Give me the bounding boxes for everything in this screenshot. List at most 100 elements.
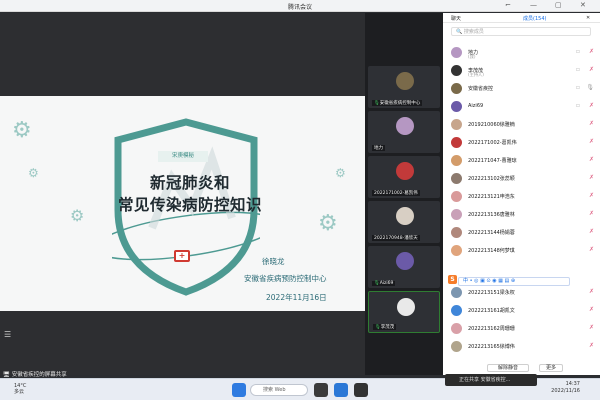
mic-off-icon[interactable]: ✗ bbox=[589, 66, 594, 73]
mic-off-icon[interactable]: ✗ bbox=[589, 306, 594, 313]
member-row[interactable]: 2022213161胡凯文 ✗ bbox=[443, 303, 600, 318]
video-off-icon[interactable]: ▫ bbox=[576, 102, 580, 109]
more-button[interactable]: 更多 bbox=[539, 364, 563, 372]
taskbar-search[interactable]: 搜索 Web bbox=[250, 384, 308, 396]
panel-tabs: 聊天 成员(154) ✕ bbox=[443, 13, 600, 23]
avatar bbox=[451, 65, 462, 76]
member-row[interactable]: 2022213136唐雅林 ✗ bbox=[443, 207, 600, 222]
video-off-icon[interactable]: ▫ bbox=[576, 48, 580, 55]
mic-off-icon[interactable]: ✗ bbox=[589, 156, 594, 163]
video-tile-active[interactable]: 🎙李茂茂 bbox=[368, 291, 440, 333]
avatar bbox=[397, 298, 415, 316]
avatar bbox=[451, 119, 462, 130]
member-row[interactable]: 2022213151梁永权 ✗ bbox=[443, 285, 600, 300]
member-name: Aizi69 bbox=[468, 103, 484, 109]
weather-widget[interactable]: 14°C 多云 bbox=[14, 383, 26, 395]
video-tile-name: 地力 bbox=[372, 145, 385, 151]
member-row[interactable]: 2022213148何梦琪 ✗ bbox=[443, 243, 600, 258]
mic-off-icon[interactable]: ✗ bbox=[589, 174, 594, 181]
window-pin-button[interactable]: ⌐ bbox=[505, 1, 511, 9]
mic-off-icon[interactable]: ✗ bbox=[589, 102, 594, 109]
video-tile-name: 2022170948-潘欣天 bbox=[372, 235, 420, 241]
gear-icon: ⚙ bbox=[28, 166, 39, 180]
slide-title-line2: 常见传染病防控知识 bbox=[117, 195, 262, 214]
organization-name: 安徽省疾病预防控制中心 bbox=[244, 274, 327, 283]
member-row[interactable]: 2022213162周珊珊 ✗ bbox=[443, 321, 600, 336]
avatar bbox=[396, 162, 414, 180]
windows-start-icon[interactable] bbox=[232, 383, 246, 397]
video-tile[interactable]: 🎙Aizi69 bbox=[368, 246, 440, 288]
taskview-icon[interactable] bbox=[314, 383, 328, 397]
member-row[interactable]: 2022213121申浩东 ✗ bbox=[443, 189, 600, 204]
mic-off-icon[interactable]: ✗ bbox=[589, 324, 594, 331]
member-row[interactable]: 李茂茂 (主持人) ▫ ✗ bbox=[443, 63, 600, 78]
mic-off-icon[interactable]: ✗ bbox=[589, 120, 594, 127]
member-name: 2022213136唐雅林 bbox=[468, 212, 515, 218]
mic-off-icon[interactable]: ✗ bbox=[589, 246, 594, 253]
video-tile-name: 🎙安徽省疾病控制中心 bbox=[372, 100, 423, 106]
member-name: 2022213144杨娟蓉 bbox=[468, 230, 515, 236]
mic-off-icon[interactable]: ✗ bbox=[589, 228, 594, 235]
avatar bbox=[451, 341, 462, 352]
member-search-input[interactable]: 🔍 搜索成员 bbox=[451, 27, 591, 36]
member-role: (主持人) bbox=[468, 72, 484, 77]
window-titlebar: 腾讯会议 — ▢ ✕ ⌐ bbox=[0, 0, 600, 12]
window-minimize-button[interactable]: — bbox=[530, 1, 537, 9]
slide-title-line1: 新冠肺炎和 bbox=[149, 173, 230, 192]
member-role: (我) bbox=[468, 54, 476, 59]
app-icon[interactable] bbox=[354, 383, 368, 397]
member-name: 安徽省疾控 bbox=[468, 86, 494, 92]
member-row[interactable]: 2022213102张蕊颖 ✗ bbox=[443, 171, 600, 186]
avatar bbox=[451, 83, 462, 94]
member-row[interactable]: Aizi69 ▫ ✗ bbox=[443, 99, 600, 114]
member-row[interactable]: 2022171047-曹雅琼 ✗ bbox=[443, 153, 600, 168]
member-name: 2022213165徐博伟 bbox=[468, 344, 515, 350]
member-row[interactable]: 2019210060徐雅楠 ✗ bbox=[443, 117, 600, 132]
member-name: 2022213121申浩东 bbox=[468, 194, 515, 200]
sharing-notice[interactable]: 正在共享 安徽省疾控... bbox=[445, 374, 537, 386]
mic-off-icon[interactable]: ✗ bbox=[589, 192, 594, 199]
video-tile[interactable]: 🎙安徽省疾病控制中心 bbox=[368, 66, 440, 108]
avatar bbox=[451, 287, 462, 298]
unmute-all-button[interactable]: 解除静音 bbox=[487, 364, 529, 372]
mic-off-icon[interactable]: ✗ bbox=[589, 342, 594, 349]
video-off-icon[interactable]: ▫ bbox=[576, 66, 580, 73]
video-tile[interactable]: 地力 bbox=[368, 111, 440, 153]
mic-off-icon[interactable]: ✗ bbox=[589, 48, 594, 55]
video-icon[interactable]: ▫ bbox=[576, 84, 580, 91]
mic-off-icon[interactable]: ✗ bbox=[589, 138, 594, 145]
member-row[interactable]: 2022213165徐博伟 ✗ bbox=[443, 339, 600, 354]
member-row[interactable]: 2022213144杨娟蓉 ✗ bbox=[443, 225, 600, 240]
video-tile-name: 🎙Aizi69 bbox=[372, 281, 396, 286]
member-row[interactable]: 地力 (我) ▫ ✗ bbox=[443, 45, 600, 60]
clock-time: 14:37 bbox=[565, 381, 580, 387]
taskbar-search-label: 搜索 Web bbox=[263, 387, 286, 393]
shared-screen-area[interactable]: ⚙ ⚙ ⚙ ⚙ ⚙ 宋庚模秘 新冠肺炎和 常见传染病防控知识 + 徐晓龙 安徽省… bbox=[0, 13, 365, 375]
avatar bbox=[451, 227, 462, 238]
member-row[interactable]: 2022171002-葛凯伟 ✗ bbox=[443, 135, 600, 150]
mic-icon[interactable]: 🎙 bbox=[586, 84, 594, 91]
window-close-button[interactable]: ✕ bbox=[580, 1, 586, 9]
tab-members[interactable]: 成员(154) bbox=[523, 15, 546, 22]
video-tile-column: 🎙安徽省疾病控制中心 地力 2022171002-葛凯伟 2022170948-… bbox=[365, 13, 443, 375]
avatar bbox=[451, 323, 462, 334]
member-name: 2022213161胡凯文 bbox=[468, 308, 515, 314]
list-icon[interactable]: ☰ bbox=[4, 330, 11, 339]
speaker-name: 徐晓龙 bbox=[262, 257, 285, 266]
input-method-icon[interactable]: S bbox=[448, 275, 457, 284]
edge-icon[interactable] bbox=[334, 383, 348, 397]
video-tile[interactable]: 2022170948-潘欣天 bbox=[368, 201, 440, 243]
mic-off-icon[interactable]: ✗ bbox=[589, 288, 594, 295]
member-row[interactable]: 安徽省疾控 ▫ 🎙 bbox=[443, 81, 600, 96]
member-name: 2019210060徐雅楠 bbox=[468, 122, 515, 128]
gear-icon: ⚙ bbox=[335, 166, 346, 180]
taskbar-clock[interactable]: 14:37 2022/11/16 bbox=[551, 381, 580, 395]
tab-chat[interactable]: 聊天 bbox=[451, 15, 461, 22]
mic-off-icon[interactable]: ✗ bbox=[589, 210, 594, 217]
avatar bbox=[451, 209, 462, 220]
avatar bbox=[451, 173, 462, 184]
member-panel: 聊天 成员(154) ✕ 🔍 搜索成员 地力 (我) ▫ ✗ 李茂茂 (主持人) ▫ ✗ 安… bbox=[443, 13, 600, 375]
panel-close-icon[interactable]: ✕ bbox=[586, 15, 590, 21]
window-maximize-button[interactable]: ▢ bbox=[555, 1, 562, 9]
video-tile[interactable]: 2022171002-葛凯伟 bbox=[368, 156, 440, 198]
